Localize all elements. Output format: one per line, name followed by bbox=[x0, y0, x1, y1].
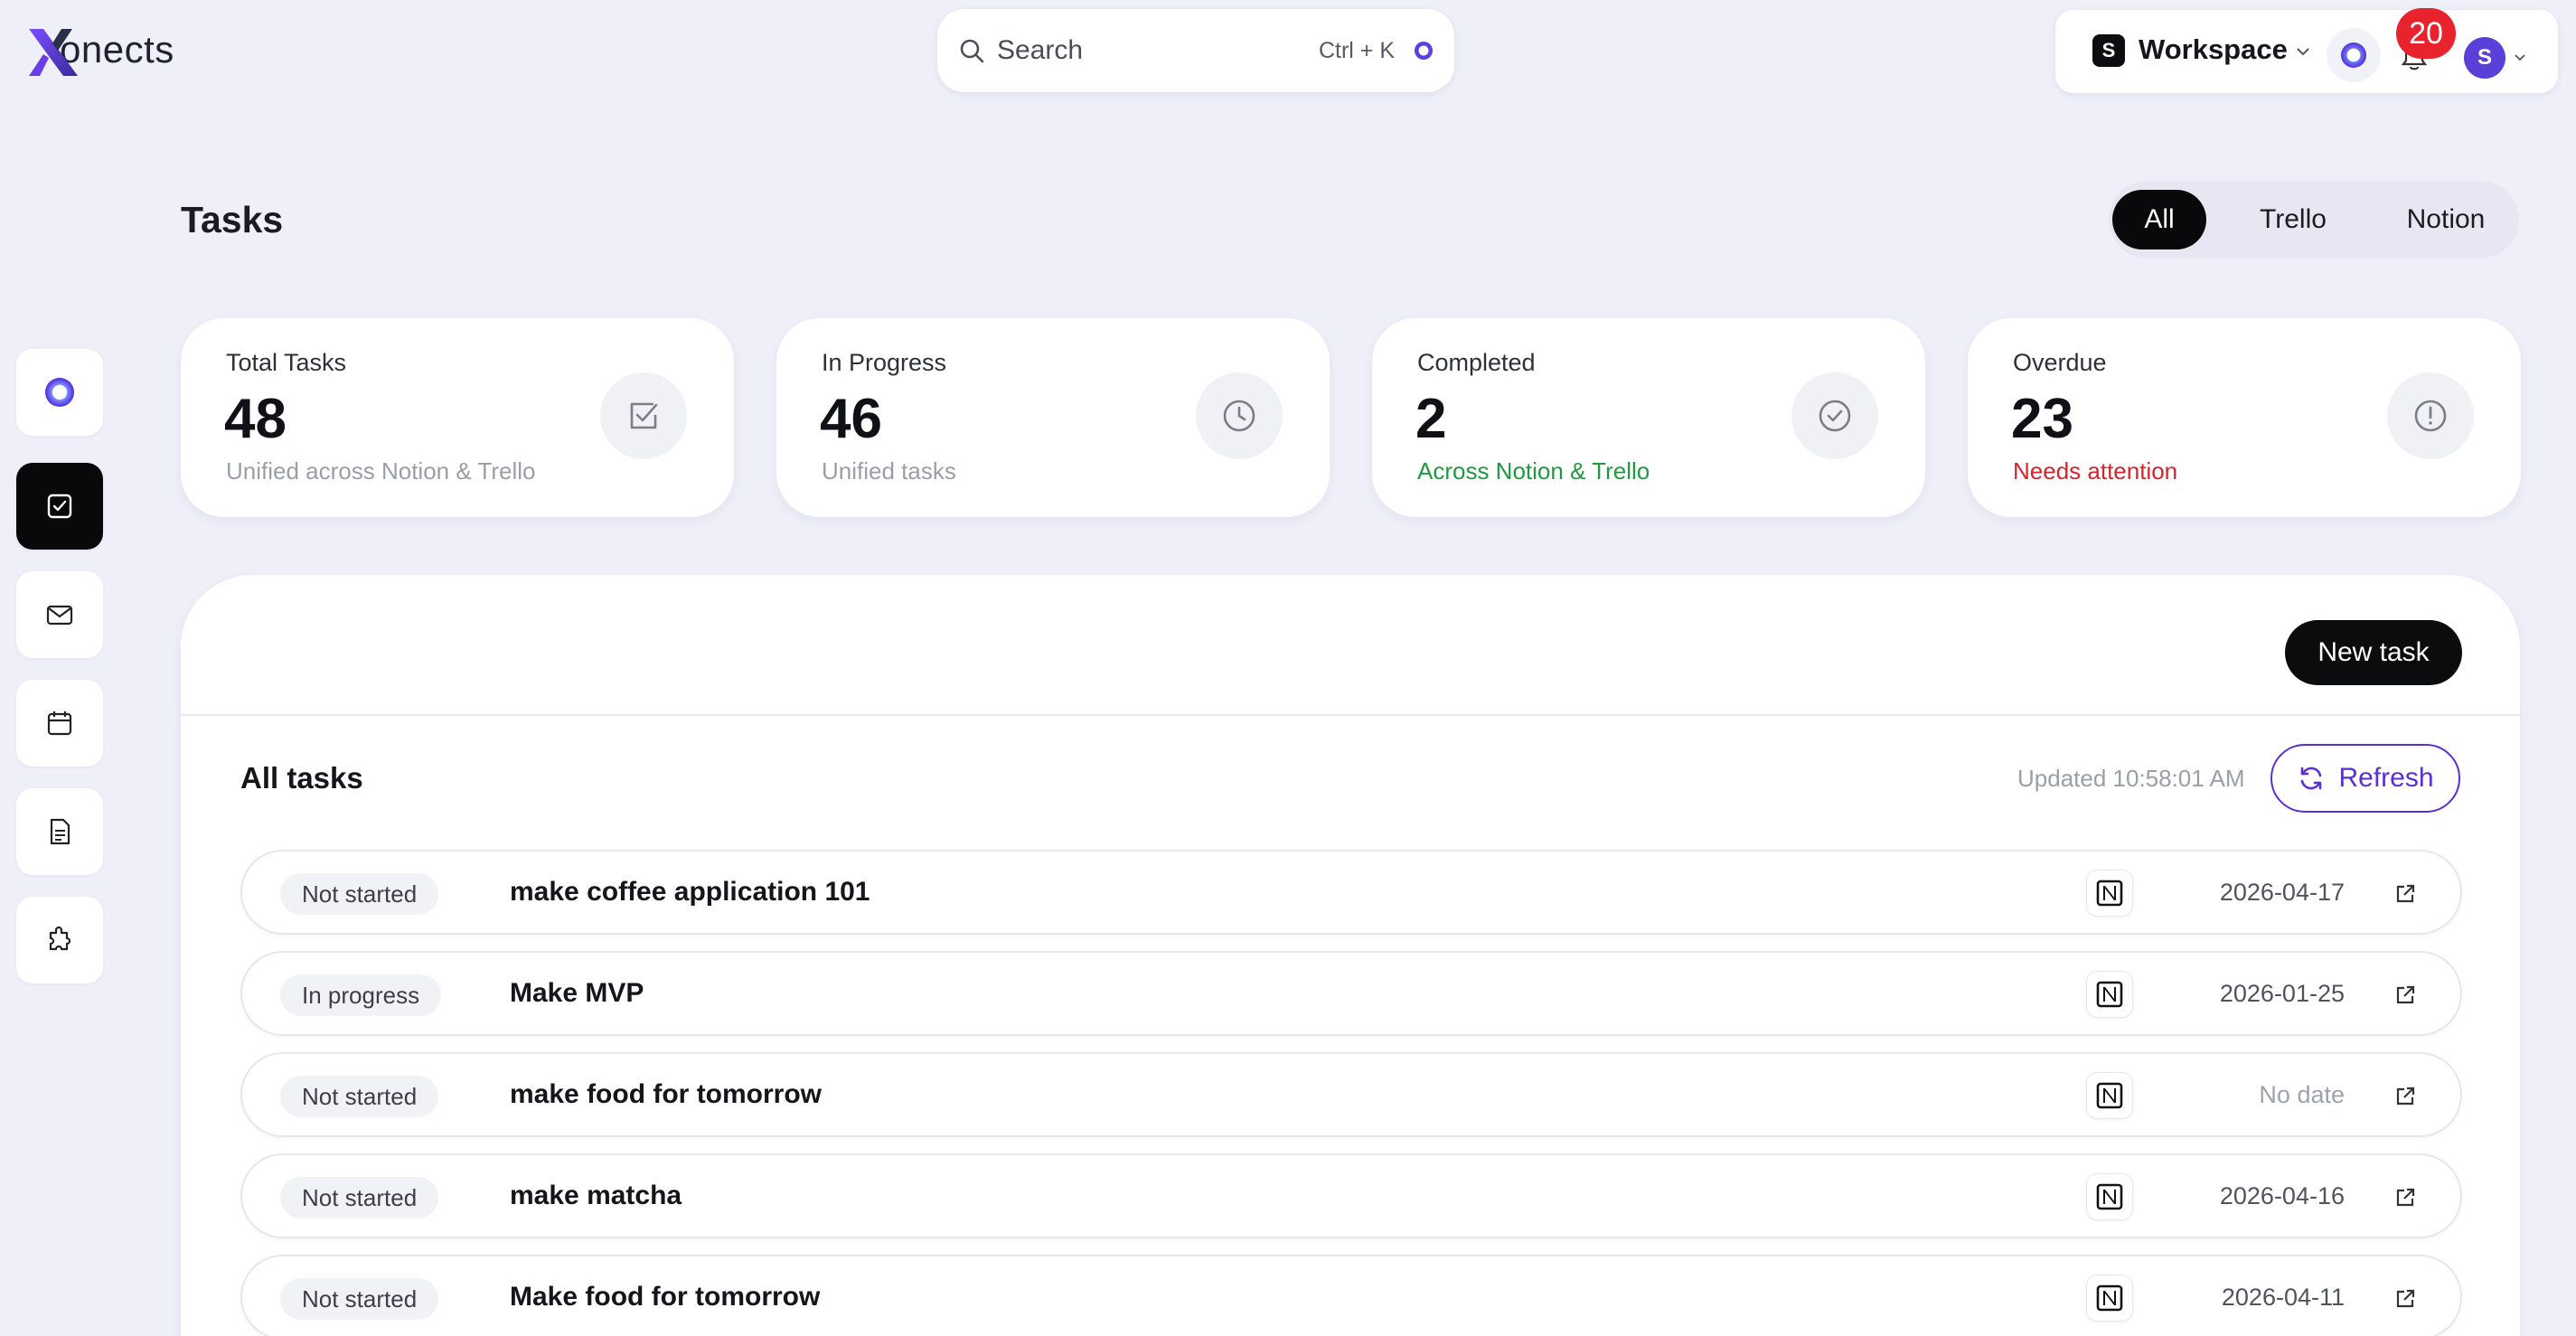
stat-icon-container bbox=[1791, 372, 1878, 459]
workspace-badge: S bbox=[2092, 34, 2125, 67]
assistant-orb-icon[interactable] bbox=[1413, 40, 1434, 61]
tab-all[interactable]: All bbox=[2112, 190, 2206, 249]
sidebar-item-mail[interactable] bbox=[16, 571, 103, 658]
search-icon bbox=[960, 39, 984, 63]
mail-icon bbox=[46, 605, 73, 626]
alert-circle-icon bbox=[2414, 400, 2447, 432]
external-link-icon[interactable] bbox=[2393, 983, 2417, 1007]
app-logo[interactable]: onects bbox=[25, 18, 174, 81]
chevron-down-icon[interactable] bbox=[2513, 50, 2527, 64]
notification-count-badge: 20 bbox=[2396, 8, 2456, 59]
stat-value: 46 bbox=[820, 388, 882, 450]
task-title[interactable]: make coffee application 101 bbox=[510, 877, 870, 908]
table-row[interactable]: In progress Make MVP 2026-01-25 bbox=[240, 951, 2462, 1036]
stat-icon-container bbox=[1196, 372, 1283, 459]
external-link-icon[interactable] bbox=[2393, 1287, 2417, 1311]
stat-card-in-progress: In Progress 46 Unified tasks bbox=[776, 318, 1330, 517]
stat-icon-container bbox=[600, 372, 687, 459]
assistant-button[interactable] bbox=[2327, 28, 2381, 82]
external-link-icon[interactable] bbox=[2393, 1085, 2417, 1108]
logo-mark-icon bbox=[25, 24, 83, 81]
calendar-icon bbox=[47, 711, 72, 736]
stat-subtext: Needs attention bbox=[2013, 457, 2178, 485]
stat-card-total-tasks: Total Tasks 48 Unified across Notion & T… bbox=[181, 318, 734, 517]
task-due-date: No date bbox=[2259, 1081, 2345, 1108]
clock-icon bbox=[1223, 400, 1255, 432]
refresh-button[interactable]: Refresh bbox=[2270, 744, 2460, 813]
stat-value: 2 bbox=[1415, 388, 1447, 450]
search-input[interactable]: Search bbox=[997, 35, 1319, 66]
orb-icon bbox=[45, 378, 74, 407]
assistant-orb-icon bbox=[2341, 42, 2366, 68]
task-due-date: 2026-04-16 bbox=[2219, 1182, 2345, 1209]
task-due-date: 2026-04-11 bbox=[2221, 1284, 2345, 1311]
task-due-date: 2026-01-25 bbox=[2219, 980, 2345, 1007]
status-badge: Not started bbox=[280, 1076, 439, 1117]
stat-value: 23 bbox=[2011, 388, 2073, 450]
stat-label: In Progress bbox=[822, 349, 947, 376]
task-title[interactable]: Make food for tomorrow bbox=[510, 1282, 820, 1312]
sidebar-item-calendar[interactable] bbox=[16, 680, 103, 767]
table-row[interactable]: Not started make food for tomorrow No da… bbox=[240, 1052, 2462, 1137]
table-row[interactable]: Not started make coffee application 101 … bbox=[240, 850, 2462, 935]
stat-card-overdue: Overdue 23 Needs attention bbox=[1968, 318, 2521, 517]
check-circle-icon bbox=[1819, 400, 1851, 432]
stat-label: Overdue bbox=[2013, 349, 2107, 376]
task-due-date: 2026-04-17 bbox=[2219, 879, 2345, 906]
task-list: Not started make coffee application 101 … bbox=[240, 850, 2462, 1336]
sidebar-item-documents[interactable] bbox=[16, 788, 103, 875]
stat-label: Completed bbox=[1417, 349, 1536, 376]
notion-source-icon bbox=[2086, 870, 2133, 917]
task-title[interactable]: Make MVP bbox=[510, 978, 644, 1009]
search-shortcut-hint: Ctrl + K bbox=[1318, 37, 1395, 63]
external-link-icon[interactable] bbox=[2393, 1186, 2417, 1209]
page-title: Tasks bbox=[181, 199, 284, 240]
notion-source-icon bbox=[2086, 1072, 2133, 1119]
tab-trello[interactable]: Trello bbox=[2230, 190, 2356, 249]
stat-subtext: Unified tasks bbox=[822, 457, 956, 485]
search-bar[interactable]: Search Ctrl + K bbox=[937, 9, 1454, 92]
chevron-down-icon[interactable] bbox=[2294, 42, 2312, 61]
tasks-heading: All tasks bbox=[240, 761, 363, 795]
refresh-label: Refresh bbox=[2338, 763, 2434, 793]
stat-icon-container bbox=[2387, 372, 2474, 459]
status-badge: Not started bbox=[280, 1177, 439, 1218]
tasks-panel: New task All tasks Updated 10:58:01 AM R… bbox=[181, 575, 2520, 1336]
new-task-button[interactable]: New task bbox=[2285, 620, 2462, 685]
stat-label: Total Tasks bbox=[226, 349, 347, 376]
integrations-icon bbox=[49, 926, 71, 951]
checkbox-icon bbox=[630, 402, 658, 429]
stat-card-completed: Completed 2 Across Notion & Trello bbox=[1372, 318, 1925, 517]
notion-source-icon bbox=[2086, 1173, 2133, 1220]
task-title[interactable]: make matcha bbox=[510, 1181, 682, 1211]
status-badge: Not started bbox=[280, 1278, 439, 1320]
document-icon bbox=[50, 818, 71, 845]
last-updated-text: Updated 10:58:01 AM bbox=[2017, 765, 2245, 792]
table-row[interactable]: Not started Make food for tomorrow 2026-… bbox=[240, 1255, 2462, 1336]
notion-source-icon bbox=[2086, 1275, 2133, 1322]
external-link-icon[interactable] bbox=[2393, 882, 2417, 906]
notion-source-icon bbox=[2086, 971, 2133, 1018]
tasks-icon bbox=[47, 494, 72, 519]
source-filter-tabs: All Trello Notion bbox=[2109, 181, 2519, 259]
stat-value: 48 bbox=[224, 388, 287, 450]
workspace-bar: S Workspace 20 S bbox=[2055, 8, 2558, 93]
sidebar-item-tasks[interactable] bbox=[16, 463, 103, 550]
table-row[interactable]: Not started make matcha 2026-04-16 bbox=[240, 1153, 2462, 1238]
avatar[interactable]: S bbox=[2464, 37, 2505, 79]
divider bbox=[181, 714, 2520, 716]
stat-subtext: Unified across Notion & Trello bbox=[226, 457, 536, 485]
stat-subtext: Across Notion & Trello bbox=[1417, 457, 1650, 485]
refresh-icon bbox=[2301, 767, 2322, 790]
status-badge: Not started bbox=[280, 873, 439, 915]
tab-notion[interactable]: Notion bbox=[2380, 190, 2512, 249]
task-title[interactable]: make food for tomorrow bbox=[510, 1079, 822, 1110]
sidebar-item-assistant[interactable] bbox=[16, 349, 103, 436]
sidebar-item-integrations[interactable] bbox=[16, 897, 103, 983]
status-badge: In progress bbox=[280, 974, 442, 1016]
workspace-switcher[interactable]: Workspace bbox=[2139, 33, 2288, 66]
